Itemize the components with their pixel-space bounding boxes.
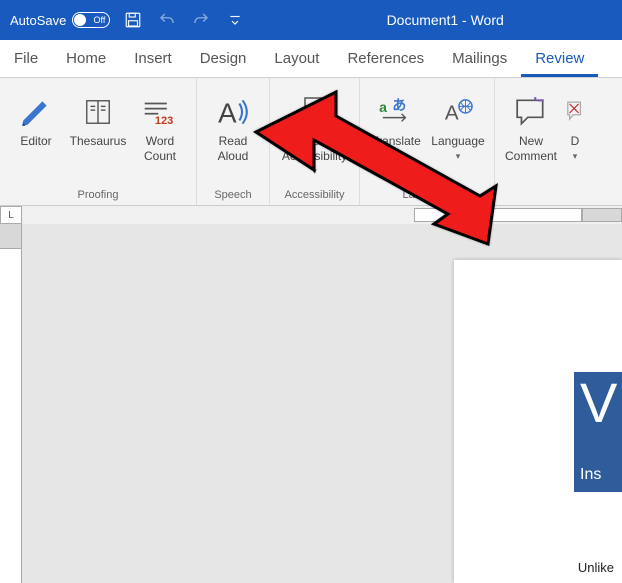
new-comment-button[interactable]: NewComment [501,82,561,197]
editor-icon [19,90,53,134]
toggle-knob [74,14,86,26]
accessibility-icon [299,90,331,134]
tab-file[interactable]: File [0,42,52,77]
chev-icon: ▾ [573,151,578,162]
save-icon[interactable] [122,9,144,31]
group-speech-label: Speech [214,185,251,203]
tab-home[interactable]: Home [52,42,120,77]
tab-layout[interactable]: Layout [260,42,333,77]
title-bar: AutoSave Off Document1 - Word [0,0,622,40]
svg-text:123: 123 [155,115,173,127]
svg-text:A: A [445,102,459,125]
tab-mailings[interactable]: Mailings [438,42,521,77]
document-title: Document1 - Word [278,12,612,28]
redo-icon[interactable] [190,9,212,31]
horizontal-ruler-row: L [0,206,622,224]
group-accessibility-label: Accessibility [285,185,345,203]
word-count-button[interactable]: 123 WordCount [130,82,190,185]
check-accessibility-button[interactable]: CheckAccessibility ▾ [277,82,353,185]
translate-icon: aあ [379,90,413,134]
editor-button[interactable]: Editor [6,82,66,185]
svg-text:あ: あ [392,97,406,113]
banner-sub-text: Ins [580,466,601,484]
read-aloud-label: ReadAloud [218,134,249,164]
comment-icon [514,90,548,134]
group-proofing: Editor Thesaurus 123 WordCount Proofing [0,78,197,205]
ribbon: Editor Thesaurus 123 WordCount Proofing … [0,78,622,206]
language-label: Language [431,134,484,149]
vertical-ruler[interactable] [0,224,22,583]
tab-review[interactable]: Review [521,42,598,77]
translate-label: Translate [371,134,421,149]
group-comments: NewComment D ▾ [495,78,593,205]
group-proofing-label: Proofing [78,185,119,203]
autosave-label: AutoSave [10,13,66,28]
translate-button[interactable]: aあ Translate ▾ [366,82,426,185]
svg-text:A: A [218,98,237,129]
horizontal-ruler-margin[interactable] [582,208,622,222]
horizontal-ruler[interactable] [414,208,582,222]
tab-design[interactable]: Design [186,42,261,77]
delete-comment-button[interactable]: D ▾ [563,82,587,197]
group-language: aあ Translate ▾ A Language ▾ Language [360,78,495,205]
wordcount-icon: 123 [143,90,177,134]
language-button[interactable]: A Language ▾ [428,82,488,185]
tab-references[interactable]: References [333,42,438,77]
svg-text:a: a [379,99,387,115]
chev-icon: ▾ [456,151,461,162]
canvas-background: V Ins Unlike [22,224,622,583]
new-comment-label: NewComment [505,134,557,164]
tab-insert[interactable]: Insert [120,42,186,77]
ribbon-tabs: File Home Insert Design Layout Reference… [0,40,622,78]
toggle-switch[interactable]: Off [72,12,110,28]
group-accessibility: CheckAccessibility ▾ Accessibility [270,78,360,205]
ruler-corner[interactable]: L [0,206,22,224]
chev-icon: ▾ [312,166,317,177]
delete-label: D [571,134,580,149]
language-icon: A [442,90,474,134]
autosave-toggle[interactable]: AutoSave Off [10,12,110,28]
title-banner: V Ins [574,372,622,492]
page[interactable]: V Ins Unlike [454,260,622,583]
word-count-label: WordCount [144,134,176,164]
document-area: V Ins Unlike [0,224,622,583]
thesaurus-icon [83,90,113,134]
banner-big-text: V [580,370,617,435]
chev-icon: ▾ [394,151,399,162]
check-accessibility-label: CheckAccessibility [282,134,347,164]
read-aloud-button[interactable]: A ReadAloud [203,82,263,185]
body-text-fragment: Unlike [578,560,614,575]
group-speech: A ReadAloud Speech [197,78,270,205]
thesaurus-button[interactable]: Thesaurus [68,82,128,185]
thesaurus-label: Thesaurus [70,134,127,149]
qat-more-icon[interactable] [224,9,246,31]
group-language-label: Language [403,185,452,203]
toggle-state: Off [94,15,106,25]
readaloud-icon: A [216,90,250,134]
undo-icon[interactable] [156,9,178,31]
delete-icon [566,90,584,134]
editor-label: Editor [20,134,51,149]
